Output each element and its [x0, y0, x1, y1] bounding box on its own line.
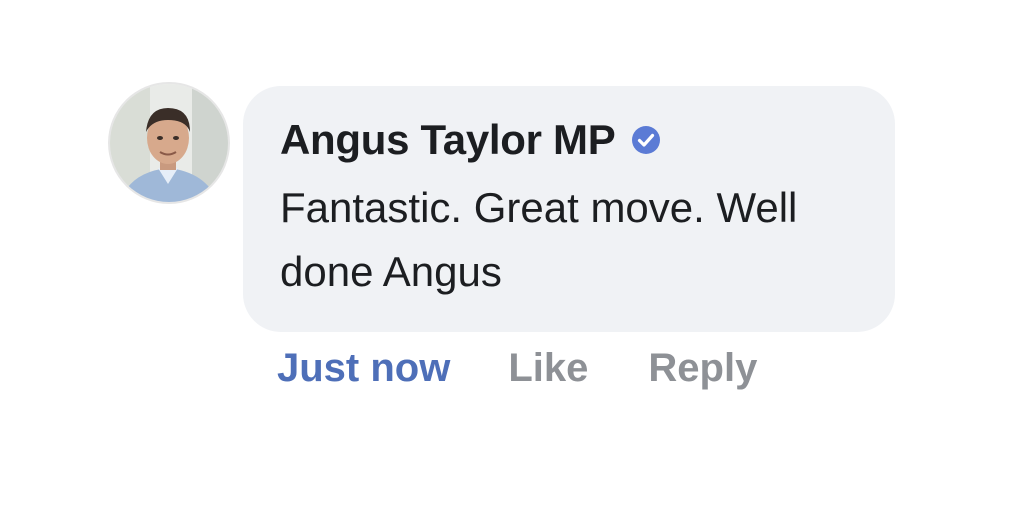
profile-photo	[110, 84, 228, 202]
avatar[interactable]	[110, 84, 228, 202]
like-button[interactable]: Like	[508, 346, 588, 391]
reply-button[interactable]: Reply	[648, 346, 757, 391]
timestamp-link[interactable]: Just now	[277, 346, 450, 391]
verified-badge-icon	[631, 125, 661, 155]
author-row: Angus Taylor MP	[280, 112, 895, 168]
comment: Angus Taylor MP Fantastic. Great move. W…	[0, 0, 1024, 516]
author-name[interactable]: Angus Taylor MP	[280, 116, 616, 164]
comment-bubble: Angus Taylor MP Fantastic. Great move. W…	[243, 86, 895, 332]
comment-actions: Just now Like Reply	[277, 346, 757, 391]
comment-text: Fantastic. Great move. Well done Angus	[280, 184, 798, 295]
